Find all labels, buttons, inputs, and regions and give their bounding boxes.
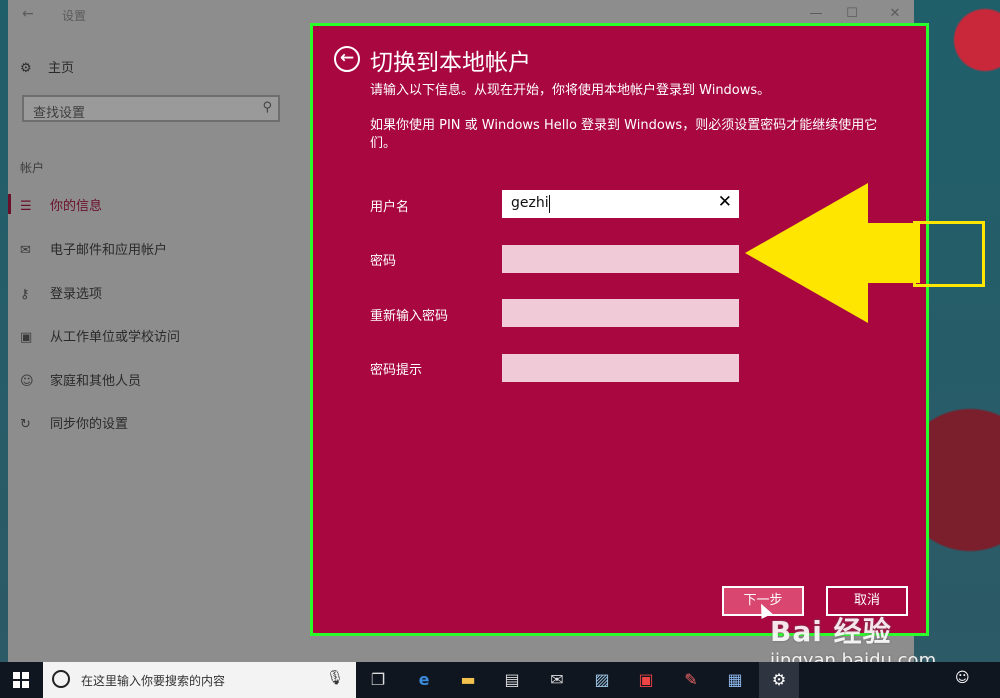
briefcase-icon: ▣	[20, 330, 33, 345]
dialog-title: 切换到本地帐户	[370, 50, 531, 76]
active-indicator	[8, 194, 11, 214]
search-icon: ⚲	[262, 100, 272, 115]
sidebar-item-email-accounts[interactable]: ✉ 电子邮件和应用帐户	[20, 239, 167, 258]
gear-icon: ⚙	[20, 61, 32, 76]
mail-icon[interactable]: ✉	[545, 668, 569, 692]
edge-icon[interactable]: e	[412, 668, 436, 692]
taskbar-search-placeholder: 在这里输入你要搜索的内容	[81, 674, 226, 688]
app-icon[interactable]: ▣	[634, 668, 658, 692]
store-icon[interactable]: ▤	[500, 668, 524, 692]
person-card-icon: ☰	[20, 199, 32, 214]
minimize-button[interactable]: —	[806, 6, 826, 21]
taskbar: 在这里输入你要搜索的内容 🎙 ❐ e ▬ ▤ ✉ ▨ ▣ ✎ ▦ ⚙ ☺	[0, 662, 1000, 698]
key-icon: ⚷	[20, 287, 30, 302]
sidebar-item-label: 登录选项	[50, 287, 103, 302]
watermark-brand: Bai 经验	[770, 615, 892, 648]
switch-local-account-dialog: ← 切换到本地帐户 请输入以下信息。从现在开始，你将使用本地帐户登录到 Wind…	[310, 23, 929, 636]
back-arrow-icon[interactable]: ←	[334, 46, 360, 72]
clear-icon[interactable]: ✕	[718, 192, 732, 212]
password-input[interactable]	[502, 245, 739, 273]
maximize-button[interactable]: ☐	[842, 6, 862, 21]
sidebar-item-label: 家庭和其他人员	[50, 374, 142, 389]
password-hint-label: 密码提示	[370, 363, 423, 378]
confirm-password-label: 重新输入密码	[370, 309, 449, 324]
search-placeholder: 查找设置	[33, 106, 86, 121]
people-icon[interactable]: ☺	[955, 670, 970, 686]
microphone-icon[interactable]: 🎙	[326, 670, 344, 686]
sidebar-item-label: 电子邮件和应用帐户	[50, 243, 168, 258]
back-icon[interactable]: ←	[22, 6, 34, 22]
settings-icon[interactable]: ⚙	[767, 668, 791, 692]
settings-search-input[interactable]: 查找设置 ⚲	[22, 95, 280, 122]
sidebar-item-family[interactable]: ☺ 家庭和其他人员	[20, 370, 141, 389]
confirm-password-input[interactable]	[502, 299, 739, 327]
section-header: 帐户	[20, 161, 45, 175]
sync-icon: ↻	[20, 417, 31, 432]
photos-icon[interactable]: ▨	[590, 668, 614, 692]
sidebar-item-work-school[interactable]: ▣ 从工作单位或学校访问	[20, 326, 180, 345]
dialog-intro-text: 请输入以下信息。从现在开始，你将使用本地帐户登录到 Windows。	[370, 83, 771, 98]
username-input[interactable]: gezhi ✕	[502, 190, 739, 218]
password-label: 密码	[370, 254, 397, 269]
close-button[interactable]: ✕	[885, 6, 905, 21]
file-explorer-icon[interactable]: ▬	[456, 668, 480, 692]
window-title: 设置	[62, 9, 87, 23]
sidebar-item-label: 同步你的设置	[50, 417, 129, 432]
taskbar-search-box[interactable]: 在这里输入你要搜索的内容 🎙	[43, 662, 356, 698]
baidu-watermark: Bai 经验 jingyan.baidu.com	[770, 610, 936, 671]
task-view-icon[interactable]: ❐	[366, 668, 390, 692]
sidebar-item-sync[interactable]: ↻ 同步你的设置	[20, 413, 128, 432]
windows-start-icon[interactable]	[13, 672, 29, 688]
paint-icon[interactable]: ✎	[679, 668, 703, 692]
sidebar-item-label: 从工作单位或学校访问	[50, 330, 181, 345]
annotation-highlight-box	[913, 221, 985, 287]
dialog-note-text: 如果你使用 PIN 或 Windows Hello 登录到 Windows，则必…	[370, 118, 878, 151]
sidebar-item-label: 你的信息	[50, 199, 103, 214]
annotation-arrow-icon	[745, 183, 920, 323]
sidebar-item-your-info[interactable]: ☰ 你的信息	[20, 195, 102, 214]
password-hint-input[interactable]	[502, 354, 739, 382]
username-label: 用户名	[370, 200, 410, 215]
home-label: 主页	[48, 61, 75, 76]
text-caret	[549, 195, 550, 213]
sidebar-item-sign-in-options[interactable]: ⚷ 登录选项	[20, 283, 102, 302]
network-icon[interactable]: ▦	[723, 668, 747, 692]
mail-icon: ✉	[20, 243, 31, 258]
username-value: gezhi	[511, 195, 549, 211]
cortana-icon	[52, 670, 70, 688]
people-icon: ☺	[20, 374, 34, 389]
home-nav-item[interactable]: ⚙ 主页	[20, 57, 74, 76]
